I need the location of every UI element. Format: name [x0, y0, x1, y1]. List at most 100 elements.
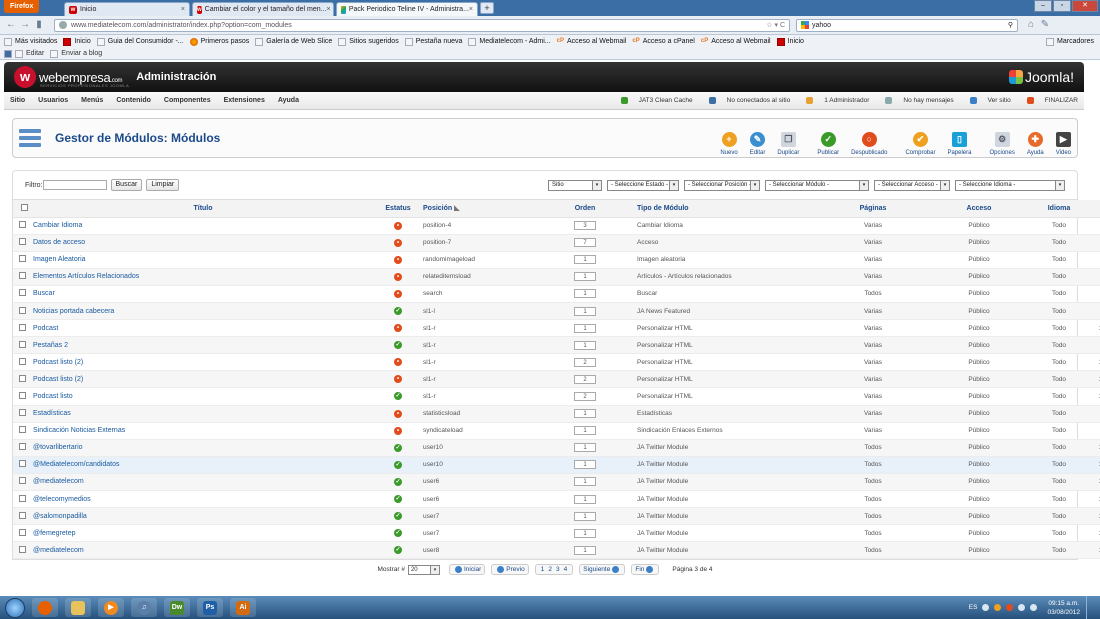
- col-status[interactable]: Estatus: [373, 200, 423, 218]
- browser-tab[interactable]: w Cambiar el color y el tamaño del men...…: [192, 2, 334, 16]
- menu-item[interactable]: Componentes: [164, 97, 211, 104]
- row-checkbox[interactable]: [19, 460, 26, 468]
- bookmark-item[interactable]: Más visitados: [4, 37, 57, 46]
- order-input[interactable]: 1: [574, 340, 596, 350]
- module-title-link[interactable]: Podcast: [33, 325, 58, 332]
- close-tab-icon[interactable]: ×: [326, 3, 330, 16]
- forward-icon[interactable]: →: [18, 18, 32, 32]
- row-checkbox[interactable]: [19, 545, 26, 553]
- bookmark-item[interactable]: cP Acceso al Webmail: [557, 38, 627, 46]
- filter-input[interactable]: [42, 180, 107, 190]
- close-window-icon[interactable]: ✕: [1072, 0, 1098, 12]
- toolbar-button[interactable]: ✔ Comprobar: [905, 132, 935, 156]
- maximize-icon[interactable]: ▫: [1053, 0, 1071, 12]
- row-checkbox[interactable]: [19, 426, 26, 434]
- col-position[interactable]: Posición ◣: [423, 200, 533, 218]
- order-input[interactable]: 1: [574, 528, 596, 538]
- new-tab-button[interactable]: +: [480, 2, 494, 14]
- menu-item[interactable]: Sitio: [10, 97, 25, 104]
- filter-select[interactable]: Sitio ▾: [548, 179, 602, 191]
- toolbar-button[interactable]: ✎ Editar: [750, 132, 765, 156]
- url-bar[interactable]: www.mediatelecom.com/administrator/index…: [54, 18, 790, 32]
- bookmark-item[interactable]: Pestaña nueva: [404, 37, 462, 46]
- module-title-link[interactable]: Podcast listo: [33, 393, 73, 400]
- list-limit-select[interactable]: 20 ▾: [407, 564, 440, 575]
- tray-arrow-icon[interactable]: [982, 604, 990, 611]
- bookmark-item[interactable]: Inicio: [776, 37, 804, 46]
- module-title-link[interactable]: Podcast listo (2): [33, 376, 83, 383]
- filter-select[interactable]: - Seleccionar Posición - ▾: [684, 179, 760, 191]
- module-title-link[interactable]: @mediatelecom: [33, 547, 84, 554]
- published-icon[interactable]: ✓: [394, 460, 402, 469]
- row-checkbox[interactable]: [19, 272, 26, 280]
- filter-select[interactable]: - Seleccionar Módulo - ▾: [765, 179, 869, 191]
- toolbar-button[interactable]: ⚙ Opciones: [989, 132, 1015, 156]
- back-icon[interactable]: ←: [4, 18, 18, 32]
- row-checkbox[interactable]: [19, 255, 26, 263]
- order-input[interactable]: 1: [574, 272, 596, 282]
- start-button-icon[interactable]: [5, 597, 25, 618]
- filter-select[interactable]: - Seleccione Idioma - ▾: [955, 179, 1065, 191]
- network-icon[interactable]: [1018, 604, 1026, 611]
- taskbar-app-itunes[interactable]: ♫: [131, 598, 157, 617]
- unpublished-icon[interactable]: •: [394, 324, 402, 333]
- clear-button[interactable]: Limpiar: [146, 179, 180, 191]
- addon-icon[interactable]: ✎: [1038, 18, 1052, 32]
- page-number[interactable]: 1: [541, 565, 545, 575]
- order-input[interactable]: 1: [574, 426, 596, 436]
- unpublished-icon[interactable]: •: [394, 426, 402, 435]
- col-id[interactable]: ID: [1089, 200, 1100, 218]
- published-icon[interactable]: ✓: [394, 307, 402, 316]
- unpublished-icon[interactable]: •: [394, 221, 402, 230]
- windows-live-icon[interactable]: [4, 49, 12, 58]
- module-title-link[interactable]: Noticias portada cabecera: [33, 308, 114, 315]
- module-title-link[interactable]: @femegretep: [33, 530, 76, 537]
- row-checkbox[interactable]: [19, 306, 26, 314]
- order-input[interactable]: 1: [574, 289, 596, 299]
- send-to-blog-button[interactable]: Enviar a blog: [50, 49, 102, 58]
- row-checkbox[interactable]: [19, 221, 26, 229]
- order-input[interactable]: 1: [574, 443, 596, 453]
- col-title[interactable]: Título: [33, 200, 373, 218]
- row-checkbox[interactable]: [19, 477, 26, 485]
- browser-tab[interactable]: w Inicio ×: [64, 2, 190, 16]
- page-number[interactable]: 2: [548, 565, 552, 575]
- clock[interactable]: 09:15 a.m. 03/08/2012: [1047, 599, 1080, 617]
- row-checkbox[interactable]: [19, 323, 26, 331]
- order-input[interactable]: 2: [574, 391, 596, 401]
- order-input[interactable]: 1: [574, 323, 596, 333]
- home-icon[interactable]: ⌂: [1024, 18, 1038, 32]
- bookmark-item[interactable]: cP Acceso al Webmail: [701, 38, 771, 46]
- module-title-link[interactable]: Pestañas 2: [33, 342, 68, 349]
- col-language[interactable]: Idioma: [1029, 200, 1089, 218]
- toolbar-button[interactable]: ▯ Papelera: [947, 132, 971, 156]
- col-type[interactable]: Tipo de Módulo: [637, 200, 817, 218]
- page-number[interactable]: 3: [556, 565, 560, 575]
- first-page-button[interactable]: Iniciar: [448, 564, 486, 576]
- module-title-link[interactable]: Elementos Artículos Relacionados: [33, 273, 139, 280]
- status-item[interactable]: No hay mensajes: [877, 97, 954, 104]
- row-checkbox[interactable]: [19, 374, 26, 382]
- unpublished-icon[interactable]: •: [394, 375, 402, 384]
- unpublished-icon[interactable]: •: [394, 272, 402, 281]
- taskbar-app-photoshop[interactable]: Ps: [197, 598, 223, 617]
- taskbar-app-explorer[interactable]: [65, 598, 91, 617]
- filter-select[interactable]: - Seleccione Estado - ▾: [607, 179, 679, 191]
- module-title-link[interactable]: Buscar: [33, 290, 55, 297]
- unpublished-icon[interactable]: •: [394, 358, 402, 367]
- unpublished-icon[interactable]: •: [394, 255, 402, 264]
- bookmark-item[interactable]: Primeros pasos: [189, 37, 249, 46]
- bookmark-item[interactable]: Inicio: [63, 37, 91, 46]
- search-button[interactable]: Buscar: [110, 179, 143, 191]
- module-title-link[interactable]: Podcast listo (2): [33, 359, 83, 366]
- row-checkbox[interactable]: [19, 340, 26, 348]
- status-item[interactable]: FINALIZAR: [1019, 97, 1078, 104]
- site-identity-icon[interactable]: [59, 21, 67, 29]
- toolbar-button[interactable]: + Nuevo: [720, 132, 738, 156]
- row-checkbox[interactable]: [19, 528, 26, 536]
- unpublished-icon[interactable]: •: [394, 409, 402, 418]
- bookmark-item[interactable]: Guia del Consumidor -...: [96, 37, 184, 46]
- row-checkbox[interactable]: [19, 511, 26, 519]
- status-item[interactable]: Ver sitio: [962, 97, 1011, 104]
- browser-tab[interactable]: Pack Periodico Teline IV - Administra...…: [336, 2, 478, 16]
